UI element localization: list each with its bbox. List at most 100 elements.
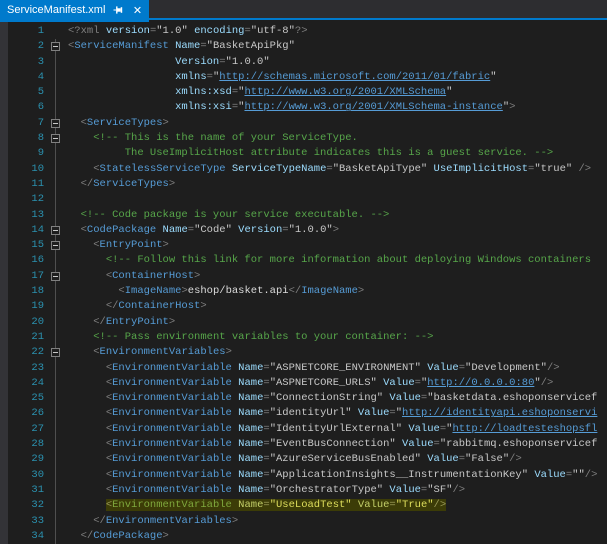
- code-tokens: <EnvironmentVariable Name="UseLoadTest" …: [106, 499, 446, 511]
- code-line[interactable]: 7 <ServiceTypes>: [0, 116, 607, 131]
- code-line[interactable]: 24 <EnvironmentVariable Name="ASPNETCORE…: [0, 376, 607, 391]
- syntax-token: />: [541, 377, 554, 389]
- code-text[interactable]: <EnvironmentVariable Name="AzureServiceB…: [66, 452, 607, 467]
- fold-collapse-icon[interactable]: [51, 241, 60, 250]
- code-text[interactable]: [66, 192, 607, 207]
- syntax-token: EnvironmentVariable: [112, 407, 232, 419]
- code-text[interactable]: Version="1.0.0": [66, 55, 607, 70]
- code-line[interactable]: 10 <StatelessServiceType ServiceTypeName…: [0, 162, 607, 177]
- fold-column: [44, 131, 66, 146]
- code-line[interactable]: 22 <EnvironmentVariables>: [0, 345, 607, 360]
- code-line[interactable]: 20 </EntryPoint>: [0, 315, 607, 330]
- code-line[interactable]: 21 <!-- Pass environment variables to yo…: [0, 330, 607, 345]
- code-text[interactable]: <CodePackage Name="Code" Version="1.0.0"…: [66, 223, 607, 238]
- code-line[interactable]: 15 <EntryPoint>: [0, 238, 607, 253]
- syntax-token: <?xml: [68, 25, 100, 37]
- code-text[interactable]: <!-- Code package is your service execut…: [66, 208, 607, 223]
- code-line[interactable]: 14 <CodePackage Name="Code" Version="1.0…: [0, 223, 607, 238]
- code-line[interactable]: 31 <EnvironmentVariable Name="Orchestrat…: [0, 483, 607, 498]
- code-text[interactable]: The UseImplicitHost attribute indicates …: [66, 146, 607, 161]
- close-icon[interactable]: ✕: [131, 4, 143, 16]
- code-text[interactable]: </CodePackage>: [66, 529, 607, 544]
- code-text[interactable]: <EnvironmentVariable Name="ASPNETCORE_EN…: [66, 361, 607, 376]
- code-text[interactable]: <!-- Follow this link for more informati…: [66, 253, 607, 268]
- code-text[interactable]: <EnvironmentVariable Name="ApplicationIn…: [66, 468, 607, 483]
- pin-icon[interactable]: [112, 4, 124, 16]
- fold-collapse-icon[interactable]: [51, 226, 60, 235]
- fold-collapse-icon[interactable]: [51, 348, 60, 357]
- syntax-token: StatelessServiceType: [100, 163, 226, 175]
- code-text[interactable]: <EnvironmentVariable Name="EventBusConne…: [66, 437, 607, 452]
- syntax-token: Name: [232, 377, 264, 389]
- code-text[interactable]: <ServiceTypes>: [66, 116, 607, 131]
- fold-collapse-icon[interactable]: [51, 119, 60, 128]
- code-text[interactable]: <EntryPoint>: [66, 238, 607, 253]
- code-line[interactable]: 26 <EnvironmentVariable Name="identityUr…: [0, 406, 607, 421]
- syntax-token: ImageName: [301, 285, 358, 297]
- code-text[interactable]: <EnvironmentVariables>: [66, 345, 607, 360]
- code-line[interactable]: 27 <EnvironmentVariable Name="IdentityUr…: [0, 422, 607, 437]
- code-text[interactable]: xmlns:xsi="http://www.w3.org/2001/XMLSch…: [66, 100, 607, 115]
- code-line[interactable]: 13 <!-- Code package is your service exe…: [0, 208, 607, 223]
- code-line[interactable]: 4 xmlns="http://schemas.microsoft.com/20…: [0, 70, 607, 85]
- code-line[interactable]: 9 The UseImplicitHost attribute indicate…: [0, 146, 607, 161]
- code-line[interactable]: 33 </EnvironmentVariables>: [0, 514, 607, 529]
- fold-column: [44, 24, 66, 39]
- code-text[interactable]: xmlns="http://schemas.microsoft.com/2011…: [66, 70, 607, 85]
- code-text[interactable]: <ServiceManifest Name="BasketApiPkg": [66, 39, 607, 54]
- syntax-token: EnvironmentVariables: [106, 515, 232, 527]
- syntax-token: </: [93, 515, 106, 527]
- code-text[interactable]: <EnvironmentVariable Name="OrchestratorT…: [66, 483, 607, 498]
- fold-collapse-icon[interactable]: [51, 42, 60, 51]
- code-line[interactable]: 16 <!-- Follow this link for more inform…: [0, 253, 607, 268]
- line-number: 17: [8, 269, 44, 284]
- code-text[interactable]: </EntryPoint>: [66, 315, 607, 330]
- code-text[interactable]: <EnvironmentVariable Name="ConnectionStr…: [66, 391, 607, 406]
- code-text[interactable]: <EnvironmentVariable Name="ASPNETCORE_UR…: [66, 376, 607, 391]
- code-text[interactable]: </ServiceTypes>: [66, 177, 607, 192]
- code-line[interactable]: 34 </CodePackage>: [0, 529, 607, 544]
- code-line[interactable]: 2<ServiceManifest Name="BasketApiPkg": [0, 39, 607, 54]
- fold-collapse-icon[interactable]: [51, 272, 60, 281]
- code-line[interactable]: 17 <ContainerHost>: [0, 269, 607, 284]
- code-line[interactable]: 19 </ContainerHost>: [0, 299, 607, 314]
- code-line[interactable]: 3 Version="1.0.0": [0, 55, 607, 70]
- code-text[interactable]: <!-- This is the name of your ServiceTyp…: [66, 131, 607, 146]
- code-line[interactable]: 1 <?xml version="1.0" encoding="utf-8"?>: [0, 24, 607, 39]
- code-text[interactable]: xmlns:xsd="http://www.w3.org/2001/XMLSch…: [66, 85, 607, 100]
- code-text[interactable]: <?xml version="1.0" encoding="utf-8"?>: [66, 24, 607, 39]
- code-text[interactable]: <EnvironmentVariable Name="UseLoadTest" …: [66, 498, 607, 513]
- code-line[interactable]: 12: [0, 192, 607, 207]
- line-number: 9: [8, 146, 44, 161]
- fold-column: [44, 100, 66, 115]
- line-number: 20: [8, 315, 44, 330]
- code-line[interactable]: 23 <EnvironmentVariable Name="ASPNETCORE…: [0, 361, 607, 376]
- code-text[interactable]: <StatelessServiceType ServiceTypeName="B…: [66, 162, 607, 177]
- code-text[interactable]: </EnvironmentVariables>: [66, 514, 607, 529]
- fold-collapse-icon[interactable]: [51, 134, 60, 143]
- code-text[interactable]: <EnvironmentVariable Name="identityUrl" …: [66, 406, 607, 421]
- code-line[interactable]: 18 <ImageName>eshop/basket.api</ImageNam…: [0, 284, 607, 299]
- code-line[interactable]: 11 </ServiceTypes>: [0, 177, 607, 192]
- code-line[interactable]: 29 <EnvironmentVariable Name="AzureServi…: [0, 452, 607, 467]
- code-line[interactable]: 30 <EnvironmentVariable Name="Applicatio…: [0, 468, 607, 483]
- code-line[interactable]: 28 <EnvironmentVariable Name="EventBusCo…: [0, 437, 607, 452]
- code-line[interactable]: 6 xmlns:xsi="http://www.w3.org/2001/XMLS…: [0, 100, 607, 115]
- code-text[interactable]: <ImageName>eshop/basket.api</ImageName>: [66, 284, 607, 299]
- syntax-token: EnvironmentVariable: [112, 362, 232, 374]
- code-line[interactable]: 32 <EnvironmentVariable Name="UseLoadTes…: [0, 498, 607, 513]
- code-text[interactable]: <EnvironmentVariable Name="IdentityUrlEx…: [66, 422, 607, 437]
- code-text[interactable]: <ContainerHost>: [66, 269, 607, 284]
- code-line[interactable]: 5 xmlns:xsd="http://www.w3.org/2001/XMLS…: [0, 85, 607, 100]
- line-number: 32: [8, 498, 44, 513]
- code-line[interactable]: 8 <!-- This is the name of your ServiceT…: [0, 131, 607, 146]
- code-text[interactable]: </ContainerHost>: [66, 299, 607, 314]
- editor-area[interactable]: 1<?xml version="1.0" encoding="utf-8"?>2…: [0, 20, 607, 544]
- syntax-token: "1.0.0": [226, 56, 270, 68]
- syntax-token: Name: [232, 423, 264, 435]
- syntax-token: Value: [528, 469, 566, 481]
- tab-servicemanifest[interactable]: ServiceManifest.xml ✕: [0, 0, 149, 22]
- code-line[interactable]: 25 <EnvironmentVariable Name="Connection…: [0, 391, 607, 406]
- line-number: 1: [8, 24, 44, 39]
- code-text[interactable]: <!-- Pass environment variables to your …: [66, 330, 607, 345]
